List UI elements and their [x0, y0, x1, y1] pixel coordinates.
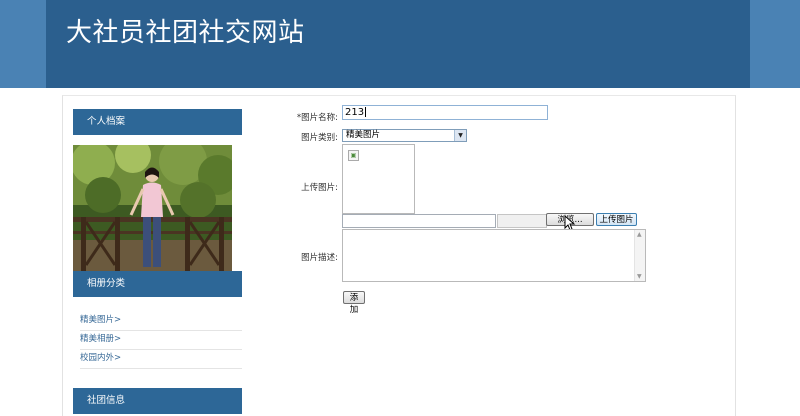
- image-name-value: 213: [345, 107, 365, 118]
- scroll-down-icon[interactable]: ▼: [637, 273, 642, 280]
- file-path-input[interactable]: [342, 214, 496, 228]
- image-name-input[interactable]: 213: [342, 105, 548, 120]
- scroll-up-icon[interactable]: ▲: [637, 231, 642, 238]
- upload-image-button[interactable]: 上传图片: [596, 213, 637, 226]
- chevron-down-icon[interactable]: ▼: [454, 130, 466, 141]
- profile-photo: [73, 145, 232, 271]
- image-category-value: 精美图片: [346, 130, 381, 140]
- image-category-select[interactable]: 精美图片 ▼: [342, 129, 467, 142]
- site-title: 大社员社团社交网站: [66, 18, 305, 48]
- text-caret: [365, 107, 367, 117]
- album-category-heading: 相册分类: [73, 271, 242, 297]
- upload-image-label: 上传图片:: [301, 183, 338, 193]
- file-input-field[interactable]: [497, 214, 547, 228]
- album-item-2[interactable]: 校园内外>: [80, 349, 242, 369]
- textarea-scrollbar[interactable]: ▲ ▼: [634, 230, 645, 281]
- image-description-textarea[interactable]: ▲ ▼: [342, 229, 646, 282]
- profile-heading: 个人档案: [73, 109, 242, 135]
- image-preview: ▣: [342, 144, 415, 214]
- add-button[interactable]: 添加: [343, 291, 365, 315]
- club-info-heading: 社团信息: [73, 388, 242, 414]
- album-item-0[interactable]: 精美图片>: [80, 311, 242, 331]
- image-description-label: 图片描述:: [301, 253, 338, 263]
- image-name-label: *图片名称:: [296, 113, 338, 123]
- album-item-1[interactable]: 精美相册>: [80, 330, 242, 350]
- broken-image-icon: ▣: [348, 150, 359, 161]
- image-category-label: 图片类别:: [301, 133, 338, 143]
